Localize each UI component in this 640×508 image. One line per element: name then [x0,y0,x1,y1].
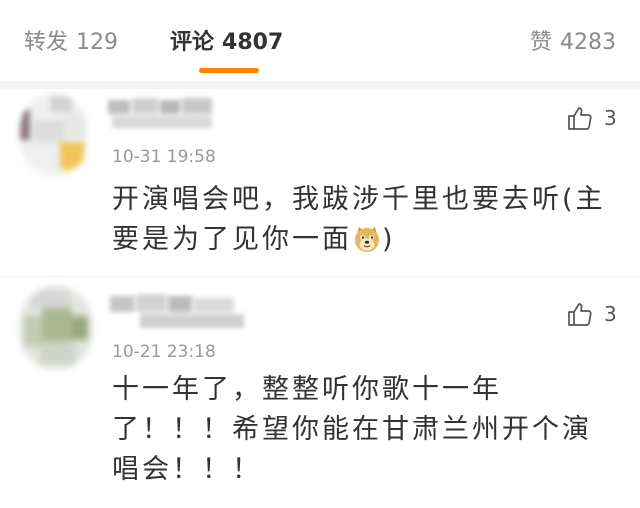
comment-text-line: 开演唱会吧，我跋涉千里也要去听(主 [112,184,606,215]
comment-time: 10-21 23:18 [112,342,216,362]
tab-comments[interactable]: 评论 4807 [170,29,283,57]
comment-text-line: 十一年了，整整听你歌十一年 [112,374,502,405]
avatar[interactable] [20,94,88,176]
tab-likes[interactable]: 赞 4283 [530,29,616,57]
comment-time: 10-31 19:58 [112,147,216,167]
active-tab-indicator [199,68,259,73]
doge-emoji-icon [353,225,381,253]
username-redacted[interactable] [108,98,216,130]
tab-comments-count: 4807 [222,30,284,55]
comment-text-segment: 要是为了见你一面 [112,224,352,255]
tab-comments-label: 评论 [170,30,215,55]
avatar[interactable] [20,286,92,370]
comment-text-line: 要是为了见你一面 ) [112,222,632,258]
tab-likes-count: 4283 [560,30,616,55]
tab-likes-label: 赞 [529,30,552,55]
like-count: 3 [604,302,617,326]
thumbs-up-icon [568,303,592,326]
tab-repost-label: 转发 [24,30,69,55]
thumbs-up-icon [568,107,592,130]
section-gap [0,81,640,89]
comment-divider [0,276,640,277]
tab-repost-count: 129 [76,30,119,55]
comment-text-line: 了！！！希望你能在甘肃兰州开个演 [112,414,592,445]
comment-text-segment: ) [382,224,396,255]
username-redacted[interactable] [110,294,250,330]
comments-page: 转发 129 评论 4807 赞 4283 3 10-31 19:58 开演唱会吧，我… [0,0,640,508]
comment-text-line: 唱会！！！ [112,454,262,485]
tab-repost[interactable]: 转发 129 [24,29,118,57]
like-count: 3 [604,106,617,130]
